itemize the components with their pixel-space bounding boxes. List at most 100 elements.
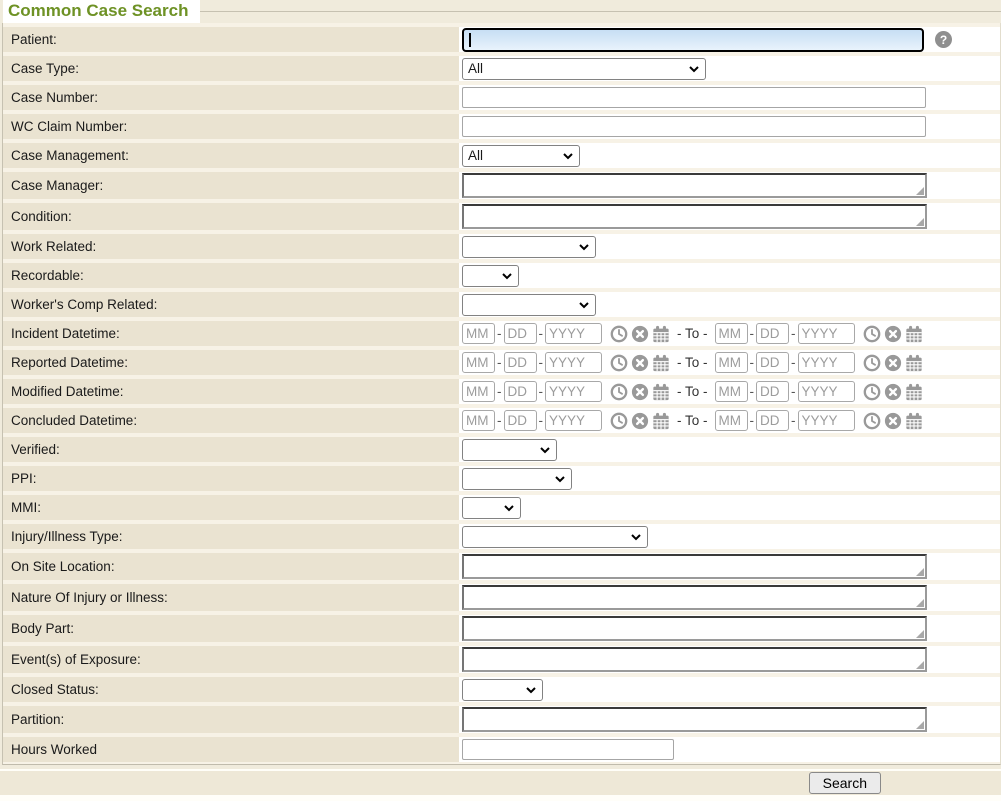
injury-illness-type-label: Injury/Illness Type: — [3, 524, 459, 549]
concluded-to-month-input[interactable] — [715, 410, 748, 431]
help-icon[interactable]: ? — [935, 31, 952, 48]
concluded-from-month-input[interactable] — [462, 410, 495, 431]
clear-icon[interactable] — [884, 325, 902, 343]
body-part-textarea[interactable] — [462, 616, 927, 641]
reported-from-month-input[interactable] — [462, 352, 495, 373]
partition-label: Partition: — [3, 706, 459, 733]
concluded-from-year-input[interactable] — [545, 410, 602, 431]
modified-from-year-input[interactable] — [545, 381, 602, 402]
clear-icon[interactable] — [631, 354, 649, 372]
clock-icon[interactable] — [863, 325, 881, 343]
modified-to-year-input[interactable] — [798, 381, 855, 402]
recordable-select[interactable] — [462, 265, 519, 287]
incident-to-year-input[interactable] — [798, 323, 855, 344]
case-type-select[interactable]: All — [462, 58, 706, 80]
workers-comp-related-select[interactable] — [462, 294, 596, 316]
condition-textarea[interactable] — [462, 204, 927, 229]
clock-icon[interactable] — [863, 412, 881, 430]
chevron-down-icon — [688, 63, 700, 75]
modified-to-day-input[interactable] — [756, 381, 789, 402]
clock-icon[interactable] — [610, 383, 628, 401]
clock-icon[interactable] — [610, 412, 628, 430]
incident-from-year-input[interactable] — [545, 323, 602, 344]
resize-grip-icon[interactable] — [916, 721, 924, 729]
reported-to-year-input[interactable] — [798, 352, 855, 373]
modified-from-day-input[interactable] — [504, 381, 537, 402]
hours-worked-input[interactable] — [462, 739, 674, 760]
calendar-icon[interactable] — [652, 325, 670, 343]
work-related-select[interactable] — [462, 236, 596, 258]
row-closed-status: Closed Status: — [3, 677, 1000, 702]
closed-status-select[interactable] — [462, 679, 543, 701]
resize-grip-icon[interactable] — [916, 187, 924, 195]
calendar-icon[interactable] — [652, 383, 670, 401]
incident-to-day-input[interactable] — [756, 323, 789, 344]
reported-to-day-input[interactable] — [756, 352, 789, 373]
clock-icon[interactable] — [610, 325, 628, 343]
footer-bar: Search — [0, 769, 1001, 795]
incident-from-day-input[interactable] — [504, 323, 537, 344]
reported-from-day-input[interactable] — [504, 352, 537, 373]
clear-icon[interactable] — [631, 325, 649, 343]
row-work-related: Work Related: — [3, 234, 1000, 259]
ppi-select[interactable] — [462, 468, 572, 490]
reported-to-month-input[interactable] — [715, 352, 748, 373]
clear-icon[interactable] — [884, 383, 902, 401]
reported-to-date-group: - - — [715, 352, 923, 373]
search-form: Patient: ? Case Type: All Case Number: W… — [2, 23, 1001, 765]
incident-from-date-group: - - — [462, 323, 670, 344]
calendar-icon[interactable] — [905, 383, 923, 401]
case-manager-textarea[interactable] — [462, 173, 927, 198]
calendar-icon[interactable] — [905, 412, 923, 430]
resize-grip-icon[interactable] — [916, 661, 924, 669]
case-management-select[interactable]: All — [462, 145, 580, 167]
verified-select[interactable] — [462, 439, 557, 461]
search-button[interactable]: Search — [809, 772, 881, 794]
row-case-number: Case Number: — [3, 85, 1000, 110]
on-site-location-textarea[interactable] — [462, 554, 927, 579]
partition-textarea[interactable] — [462, 707, 927, 732]
clear-icon[interactable] — [631, 383, 649, 401]
wc-claim-number-input[interactable] — [462, 116, 926, 137]
incident-to-month-input[interactable] — [715, 323, 748, 344]
date-separator: - — [539, 355, 544, 370]
modified-to-month-input[interactable] — [715, 381, 748, 402]
concluded-to-year-input[interactable] — [798, 410, 855, 431]
case-management-label: Case Management: — [3, 143, 459, 168]
clock-icon[interactable] — [863, 354, 881, 372]
row-recordable: Recordable: — [3, 263, 1000, 288]
case-number-input[interactable] — [462, 87, 926, 108]
concluded-from-day-input[interactable] — [504, 410, 537, 431]
mmi-select[interactable] — [462, 497, 521, 519]
resize-grip-icon[interactable] — [916, 568, 924, 576]
calendar-icon[interactable] — [905, 325, 923, 343]
patient-input[interactable] — [462, 28, 924, 52]
case-management-value: All — [468, 148, 483, 163]
recordable-label: Recordable: — [3, 263, 459, 288]
calendar-icon[interactable] — [652, 412, 670, 430]
clock-icon[interactable] — [863, 383, 881, 401]
modified-from-date-group: - - — [462, 381, 670, 402]
row-incident-datetime: Incident Datetime: - - - To - - - — [3, 321, 1000, 346]
hours-worked-label: Hours Worked — [3, 737, 459, 762]
incident-from-month-input[interactable] — [462, 323, 495, 344]
row-events-of-exposure: Event(s) of Exposure: — [3, 646, 1000, 673]
calendar-icon[interactable] — [652, 354, 670, 372]
clear-icon[interactable] — [884, 412, 902, 430]
modified-from-month-input[interactable] — [462, 381, 495, 402]
resize-grip-icon[interactable] — [916, 218, 924, 226]
date-separator: - — [497, 326, 502, 341]
clock-icon[interactable] — [610, 354, 628, 372]
reported-from-year-input[interactable] — [545, 352, 602, 373]
injury-illness-type-select[interactable] — [462, 526, 648, 548]
nature-of-injury-textarea[interactable] — [462, 585, 927, 610]
clear-icon[interactable] — [884, 354, 902, 372]
calendar-icon[interactable] — [905, 354, 923, 372]
chevron-down-icon — [539, 444, 551, 456]
clear-icon[interactable] — [631, 412, 649, 430]
resize-grip-icon[interactable] — [916, 630, 924, 638]
events-of-exposure-textarea[interactable] — [462, 647, 927, 672]
resize-grip-icon[interactable] — [916, 599, 924, 607]
concluded-to-day-input[interactable] — [756, 410, 789, 431]
nature-of-injury-label: Nature Of Injury or Illness: — [3, 584, 459, 611]
